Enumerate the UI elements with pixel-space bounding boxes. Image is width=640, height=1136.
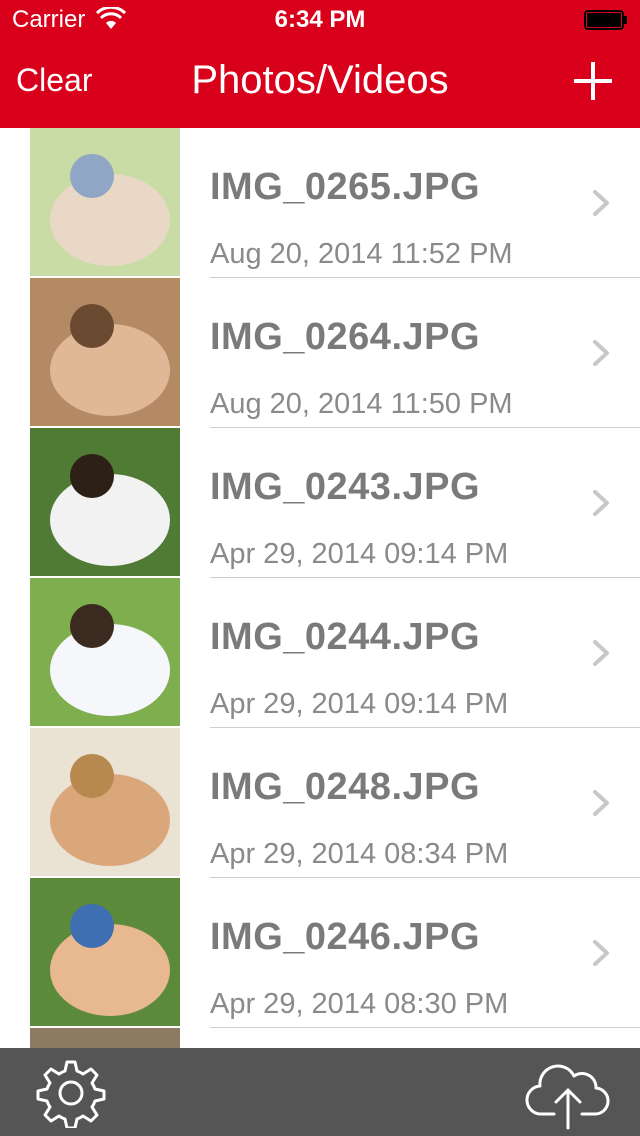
list-item[interactable] (0, 1028, 640, 1048)
top-bar: Carrier 6:34 PM Clear Photos/Videos (0, 0, 640, 128)
photo-thumbnail (30, 1028, 180, 1048)
chevron-right-icon (593, 340, 609, 366)
photo-thumbnail (30, 578, 180, 726)
file-name: IMG_0265.JPG (210, 166, 481, 208)
status-time: 6:34 PM (274, 6, 366, 33)
file-name: IMG_0246.JPG (210, 916, 481, 958)
list-item[interactable]: IMG_0265.JPG Aug 20, 2014 11:52 PM (0, 128, 640, 278)
file-date: Apr 29, 2014 09:14 PM (210, 688, 509, 720)
photo-thumbnail (30, 128, 180, 276)
plus-icon[interactable] (574, 62, 612, 100)
cloud-upload-icon[interactable] (524, 1056, 612, 1130)
photo-thumbnail (30, 878, 180, 1026)
gear-icon[interactable] (36, 1058, 106, 1128)
page-title: Photos/Videos (191, 58, 449, 102)
file-date: Aug 20, 2014 11:52 PM (210, 238, 513, 270)
chevron-right-icon (593, 490, 609, 516)
file-name: IMG_0243.JPG (210, 466, 481, 508)
file-date: Apr 29, 2014 08:34 PM (210, 838, 509, 870)
list-item[interactable]: IMG_0243.JPG Apr 29, 2014 09:14 PM (0, 428, 640, 578)
battery-icon (584, 10, 627, 30)
photo-thumbnail (30, 278, 180, 426)
photo-list: IMG_0265.JPG Aug 20, 2014 11:52 PM IMG_0… (0, 128, 640, 1048)
clear-button[interactable]: Clear (16, 62, 92, 99)
photo-thumbnail (30, 728, 180, 876)
file-name: IMG_0244.JPG (210, 616, 481, 658)
file-date: Apr 29, 2014 09:14 PM (210, 538, 509, 570)
chevron-right-icon (593, 640, 609, 666)
list-item[interactable]: IMG_0248.JPG Apr 29, 2014 08:34 PM (0, 728, 640, 878)
list-item[interactable]: IMG_0246.JPG Apr 29, 2014 08:30 PM (0, 878, 640, 1028)
photo-thumbnail (30, 428, 180, 576)
status-bar: Carrier 6:34 PM (0, 0, 640, 40)
chevron-right-icon (593, 940, 609, 966)
file-date: Aug 20, 2014 11:50 PM (210, 388, 513, 420)
bottom-toolbar (0, 1048, 640, 1136)
file-name: IMG_0248.JPG (210, 766, 481, 808)
file-date: Apr 29, 2014 08:30 PM (210, 988, 509, 1020)
list-item[interactable]: IMG_0264.JPG Aug 20, 2014 11:50 PM (0, 278, 640, 428)
list-item[interactable]: IMG_0244.JPG Apr 29, 2014 09:14 PM (0, 578, 640, 728)
chevron-right-icon (593, 190, 609, 216)
file-name: IMG_0264.JPG (210, 316, 481, 358)
chevron-right-icon (593, 790, 609, 816)
